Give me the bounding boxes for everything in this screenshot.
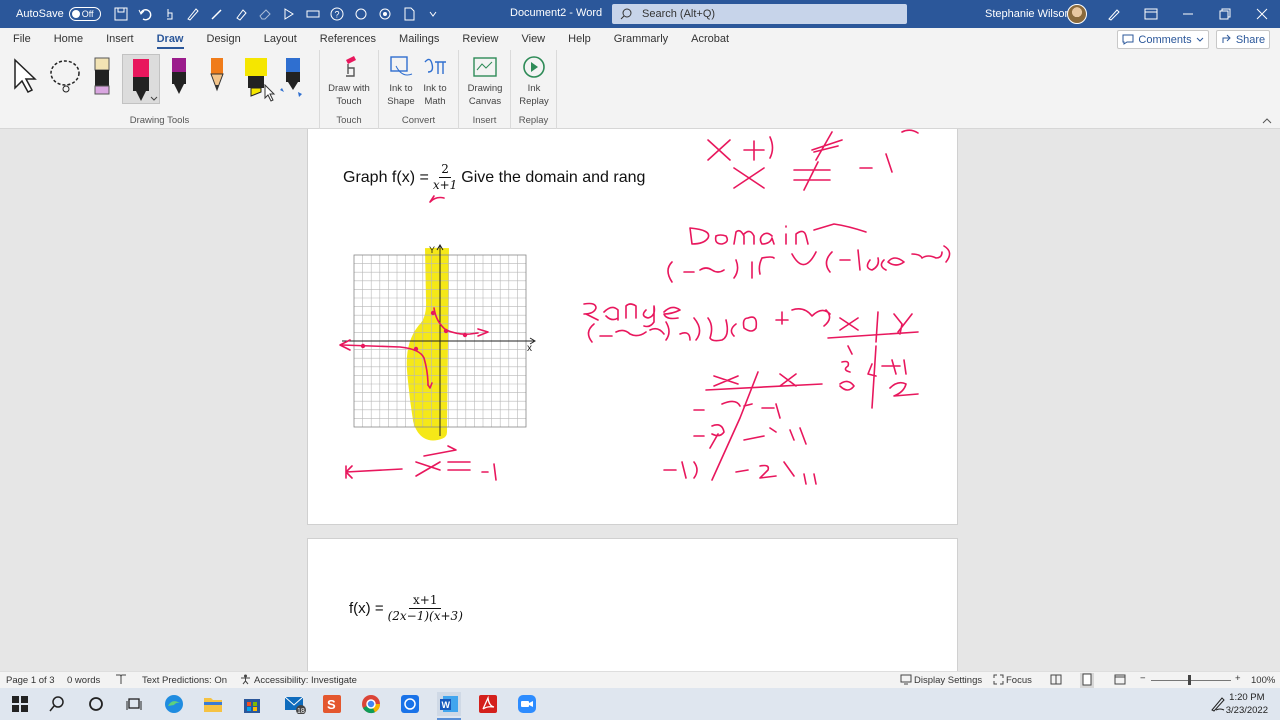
smartboard-icon[interactable]: S xyxy=(320,692,344,716)
word-taskbar-icon[interactable]: W xyxy=(437,692,461,716)
ink-domain-label xyxy=(689,225,809,245)
ink-range-label xyxy=(583,302,681,328)
ink-layer: x Y xyxy=(339,129,951,485)
ink-range-interval xyxy=(587,308,831,343)
clock-time: 1:20 PM xyxy=(1229,692,1265,703)
x-axis-label: x xyxy=(527,343,532,354)
focus-mode[interactable]: Focus xyxy=(1006,675,1032,686)
edge-icon[interactable] xyxy=(162,692,186,716)
svg-text:S: S xyxy=(327,697,336,712)
svg-text:W: W xyxy=(442,700,451,710)
y-axis-label: Y xyxy=(429,245,435,255)
mail-icon[interactable]: 18 xyxy=(283,692,307,716)
page-count[interactable]: Page 1 of 3 xyxy=(6,675,55,686)
ink-domain-interval xyxy=(667,245,951,283)
file-explorer-icon[interactable] xyxy=(201,692,225,716)
search-icon[interactable] xyxy=(45,692,69,716)
start-icon[interactable] xyxy=(8,692,32,716)
windows-taskbar: 18 S W 1:20 PM 3/23/2022 xyxy=(0,688,1280,720)
accessibility-icon xyxy=(240,674,251,688)
q2-denominator: (2x−1)(x+3) xyxy=(387,609,463,623)
ink-table-2 xyxy=(663,371,823,485)
zoom-level[interactable]: 100% xyxy=(1251,675,1275,686)
status-bar: Page 1 of 3 0 words Text Predictions: On… xyxy=(0,671,1280,689)
acrobat-icon[interactable] xyxy=(476,692,500,716)
text-predictions[interactable]: Text Predictions: On xyxy=(142,675,227,686)
ink-table-1 xyxy=(827,311,919,409)
accessibility-status[interactable]: Accessibility: Investigate xyxy=(254,675,357,686)
zoom-slider[interactable] xyxy=(1151,680,1231,681)
zoom-slider-thumb[interactable] xyxy=(1188,675,1191,685)
zoom-app-icon[interactable] xyxy=(515,692,539,716)
web-layout-icon[interactable] xyxy=(1114,674,1126,688)
display-settings-icon xyxy=(900,674,912,688)
zoom-in-icon[interactable]: + xyxy=(1235,673,1241,684)
q2-fraction: x+1 (2x−1)(x+3) xyxy=(388,593,463,624)
print-layout-icon[interactable] xyxy=(1080,673,1094,689)
camera-app-icon[interactable] xyxy=(398,692,422,716)
display-settings[interactable]: Display Settings xyxy=(914,675,982,686)
ink-arrow-under-q1 xyxy=(429,195,445,203)
read-mode-icon[interactable] xyxy=(1050,674,1062,688)
q2-numerator: x+1 xyxy=(409,593,442,609)
word-count[interactable]: 0 words xyxy=(67,675,100,686)
proofing-icon[interactable] xyxy=(115,674,127,688)
zoom-out-icon[interactable]: − xyxy=(1140,673,1146,684)
chrome-icon[interactable] xyxy=(359,692,383,716)
task-view-icon[interactable] xyxy=(122,692,146,716)
store-icon[interactable] xyxy=(240,692,264,716)
ink-asymptote-arrow xyxy=(345,465,403,479)
taskbar-clock[interactable]: 1:20 PM 3/23/2022 xyxy=(1226,691,1268,717)
focus-icon xyxy=(993,674,1004,688)
clock-date: 3/23/2022 xyxy=(1225,705,1268,716)
mail-badge: 18 xyxy=(297,708,305,714)
q2-prefix: f(x) = xyxy=(349,600,384,617)
question-2: f(x) = x+1 (2x−1)(x+3) xyxy=(349,593,463,624)
cortana-icon[interactable] xyxy=(84,692,108,716)
